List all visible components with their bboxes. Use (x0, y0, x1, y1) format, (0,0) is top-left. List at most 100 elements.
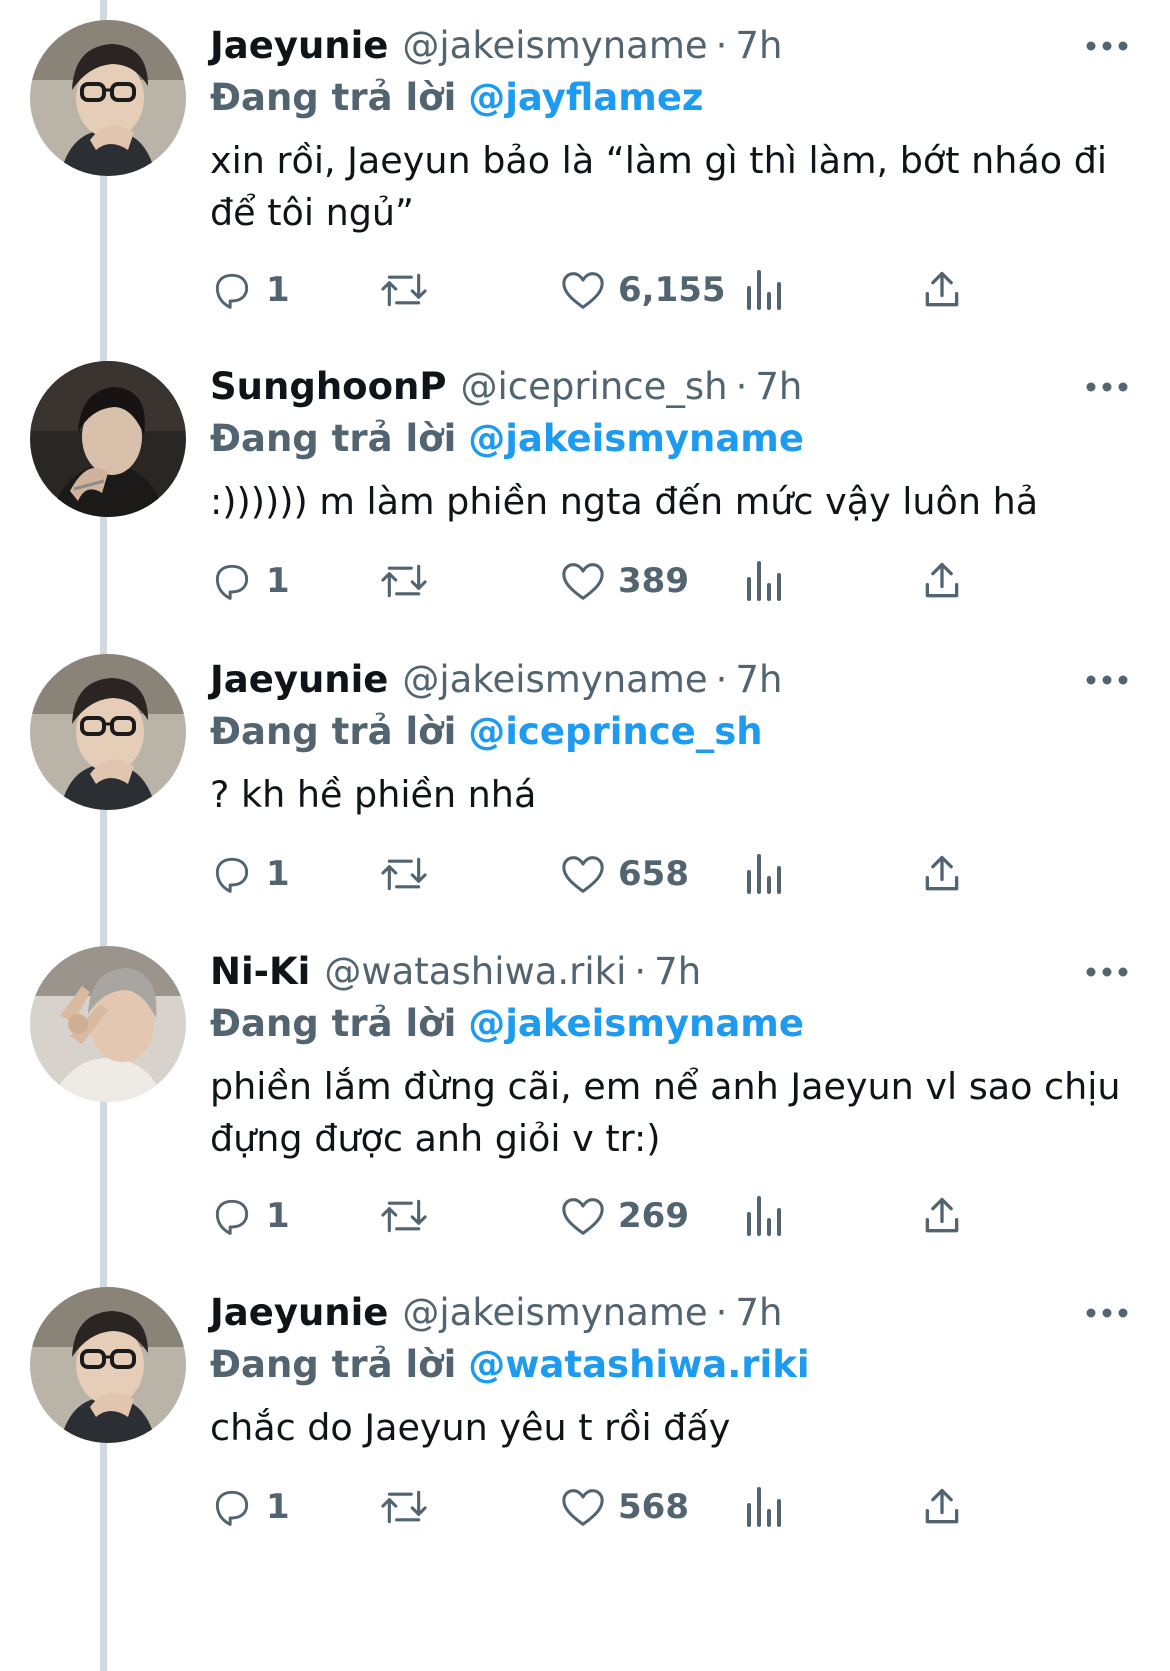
dark-portrait-avatar-icon (30, 361, 186, 517)
reply-count: 1 (266, 561, 290, 601)
heart-icon (562, 563, 604, 600)
share-upload-icon (925, 562, 959, 598)
like-button[interactable]: 269 (560, 1186, 689, 1246)
user-handle[interactable]: @jakeismyname (402, 20, 707, 72)
avatar[interactable] (30, 20, 186, 176)
share-upload-icon (925, 1197, 959, 1233)
display-name[interactable]: Jaeyunie (210, 1287, 388, 1339)
tweet-header: Ni-Ki @watashiwa.riki · 7h (210, 946, 701, 998)
speech-bubble-icon (215, 273, 249, 309)
replying-to-handle[interactable]: @jakeismyname (468, 417, 804, 460)
tweet-text: xin rồi, Jaeyun bảo là “làm gì thì làm, … (210, 139, 1108, 234)
views-button[interactable] (745, 844, 785, 904)
more-options-button[interactable] (1082, 20, 1132, 72)
reply-button[interactable]: 1 (210, 260, 290, 320)
heart-icon (562, 1198, 604, 1235)
timestamp[interactable]: 7h (735, 1287, 782, 1339)
like-count: 568 (618, 1487, 689, 1527)
more-dots-icon (1086, 967, 1128, 977)
separator: · (715, 1291, 728, 1334)
replying-to-handle[interactable]: @jayflamez (468, 76, 703, 119)
glasses-portrait-avatar-icon (30, 20, 186, 176)
share-upload-icon (925, 271, 959, 307)
timestamp[interactable]: 7h (654, 946, 701, 998)
retweet-button[interactable] (378, 551, 430, 611)
more-options-button[interactable] (1082, 361, 1132, 413)
display-name[interactable]: Ni-Ki (210, 946, 310, 998)
reply-count: 1 (266, 854, 290, 894)
retweet-icon (381, 1199, 427, 1233)
replying-to: Đang trả lời @jakeismyname (210, 998, 804, 1050)
timestamp[interactable]: 7h (735, 654, 782, 706)
tweet-text: chắc do Jaeyun yêu t rồi đấy (210, 1406, 731, 1449)
avatar[interactable] (30, 946, 186, 1102)
reply-button[interactable]: 1 (210, 551, 290, 611)
separator: · (735, 365, 748, 408)
replying-to-label: Đang trả lời (210, 1002, 457, 1045)
share-button[interactable] (920, 844, 964, 904)
heart-icon (562, 272, 604, 309)
like-button[interactable]: 658 (560, 844, 689, 904)
avatar[interactable] (30, 1287, 186, 1443)
user-handle[interactable]: @jakeismyname (402, 1287, 707, 1339)
timestamp[interactable]: 7h (755, 361, 802, 413)
reply-thread: Jaeyunie @jakeismyname · 7h Đang trả lời… (0, 0, 1170, 1671)
share-button[interactable] (920, 1477, 964, 1537)
speech-bubble-icon (215, 564, 249, 600)
retweet-button[interactable] (378, 1477, 430, 1537)
like-button[interactable]: 6,155 (560, 260, 726, 320)
more-options-button[interactable] (1082, 654, 1132, 706)
replying-to-handle[interactable]: @iceprince_sh (468, 710, 762, 753)
more-options-button[interactable] (1082, 1287, 1132, 1339)
tweet-text: :)))))) m làm phiền ngta đến mức vậy luô… (210, 480, 1039, 523)
views-button[interactable] (745, 551, 785, 611)
share-upload-icon (925, 1488, 959, 1524)
display-name[interactable]: Jaeyunie (210, 20, 388, 72)
reply-button[interactable]: 1 (210, 1186, 290, 1246)
reply-count: 1 (266, 1487, 290, 1527)
avatar[interactable] (30, 654, 186, 810)
retweet-icon (381, 1490, 427, 1524)
views-button[interactable] (745, 1477, 785, 1537)
replying-to-label: Đang trả lời (210, 76, 457, 119)
share-upload-icon (925, 855, 959, 891)
share-button[interactable] (920, 260, 964, 320)
replying-to-handle[interactable]: @watashiwa.riki (468, 1343, 809, 1386)
retweet-button[interactable] (378, 844, 430, 904)
speech-bubble-icon (215, 857, 249, 893)
like-button[interactable]: 568 (560, 1477, 689, 1537)
like-count: 6,155 (618, 270, 726, 310)
replying-to: Đang trả lời @jayflamez (210, 72, 703, 124)
tweet-actions: 1 269 (210, 1186, 1110, 1246)
gray-hair-portrait-avatar-icon (30, 946, 186, 1102)
reply-button[interactable]: 1 (210, 844, 290, 904)
tweet-header: Jaeyunie @jakeismyname · 7h (210, 1287, 782, 1339)
reply-button[interactable]: 1 (210, 1477, 290, 1537)
share-button[interactable] (920, 551, 964, 611)
tweet-header: Jaeyunie @jakeismyname · 7h (210, 654, 782, 706)
retweet-icon (381, 273, 427, 307)
more-dots-icon (1086, 382, 1128, 392)
share-button[interactable] (920, 1186, 964, 1246)
glasses-portrait-avatar-icon (30, 654, 186, 810)
like-button[interactable]: 389 (560, 551, 689, 611)
bar-chart-icon (747, 1196, 781, 1236)
retweet-button[interactable] (378, 260, 430, 320)
views-button[interactable] (745, 260, 785, 320)
user-handle[interactable]: @watashiwa.riki (324, 946, 626, 998)
replying-to-label: Đang trả lời (210, 710, 457, 753)
display-name[interactable]: Jaeyunie (210, 654, 388, 706)
separator: · (634, 950, 647, 993)
user-handle[interactable]: @iceprince_sh (460, 361, 727, 413)
user-handle[interactable]: @jakeismyname (402, 654, 707, 706)
retweet-button[interactable] (378, 1186, 430, 1246)
replying-to-handle[interactable]: @jakeismyname (468, 1002, 804, 1045)
more-dots-icon (1086, 41, 1128, 51)
avatar[interactable] (30, 361, 186, 517)
tweet-text: phiền lắm đừng cãi, em nể anh Jaeyun vl … (210, 1065, 1121, 1160)
views-button[interactable] (745, 1186, 785, 1246)
bar-chart-icon (747, 561, 781, 601)
more-options-button[interactable] (1082, 946, 1132, 998)
timestamp[interactable]: 7h (735, 20, 782, 72)
display-name[interactable]: SunghoonP (210, 361, 446, 413)
